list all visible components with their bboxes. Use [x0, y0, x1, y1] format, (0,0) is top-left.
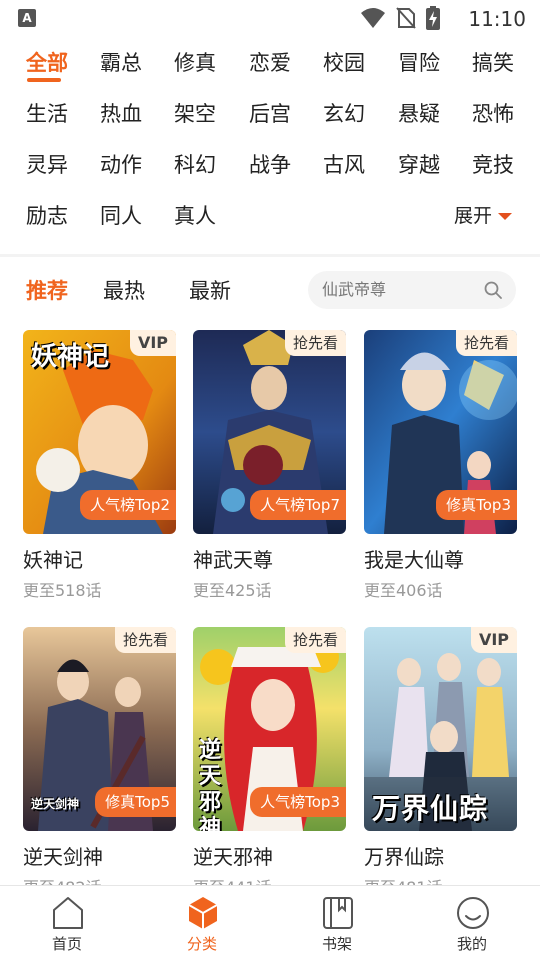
search-placeholder: 仙武帝尊	[322, 280, 387, 299]
category-grid: 全部 霸总 修真 恋爱 校园 冒险 搞笑 生活 热血 架空 后宫 玄幻 悬疑 恐…	[0, 40, 540, 244]
category-item[interactable]: 架空	[174, 99, 216, 129]
comic-update-status: 更至425话	[193, 581, 272, 600]
profile-smile-icon	[457, 897, 489, 929]
category-cube-icon	[188, 897, 218, 929]
comic-card[interactable]: 妖神记 VIP 人气榜Top2 妖神记 更至518话	[23, 330, 176, 600]
comic-title[interactable]: 逆天剑神	[23, 843, 103, 871]
comic-title[interactable]: 我是大仙尊	[364, 546, 464, 574]
tab-hottest[interactable]: 最热	[103, 276, 145, 306]
category-item[interactable]: 冒险	[398, 48, 440, 78]
category-item[interactable]: 后宫	[249, 99, 291, 129]
section-divider	[0, 254, 540, 257]
tab-recommended[interactable]: 推荐	[26, 276, 68, 306]
category-item[interactable]: 励志	[26, 201, 68, 231]
nav-label: 分类	[186, 935, 217, 953]
cover-title-art: 妖神记	[31, 342, 110, 372]
early-access-badge: 抢先看	[284, 330, 346, 356]
early-access-badge: 抢先看	[114, 627, 176, 653]
category-item[interactable]: 悬疑	[398, 99, 440, 129]
sort-bar: 推荐 最热 最新 仙武帝尊	[0, 266, 540, 318]
clock: 11:10	[468, 7, 526, 31]
category-item[interactable]: 战争	[249, 150, 291, 180]
comic-card[interactable]: 抢先看 修真Top3 我是大仙尊 更至406话	[364, 330, 517, 600]
category-row: 励志 同人 真人 展开	[0, 193, 540, 244]
active-category-indicator	[27, 78, 61, 82]
expand-label: 展开	[453, 205, 492, 227]
category-item[interactable]: 动作	[100, 150, 142, 180]
category-item[interactable]: 搞笑	[472, 48, 514, 78]
nav-home[interactable]: 首页	[22, 894, 112, 958]
status-bar: A 11:10	[0, 0, 540, 38]
comic-title[interactable]: 万界仙踪	[364, 843, 444, 871]
rank-badge: 修真Top5	[95, 787, 176, 817]
early-access-badge: 抢先看	[455, 330, 517, 356]
app-notification-icon: A	[18, 9, 36, 27]
comic-card[interactable]: 逆天剑神 抢先看 修真Top5 逆天剑神 更至482话	[23, 627, 176, 897]
category-item[interactable]: 灵异	[26, 150, 68, 180]
nav-label: 首页	[51, 935, 82, 953]
home-icon	[53, 897, 83, 929]
comic-cover[interactable]: 逆天邪神 抢先看 人气榜Top3	[193, 627, 346, 831]
category-item[interactable]: 修真	[174, 48, 216, 78]
comic-cover[interactable]: 逆天剑神 抢先看 修真Top5	[23, 627, 176, 831]
category-row: 生活 热血 架空 后宫 玄幻 悬疑 恐怖	[0, 91, 540, 142]
category-item[interactable]: 热血	[100, 99, 142, 129]
category-row: 灵异 动作 科幻 战争 古风 穿越 竞技	[0, 142, 540, 193]
cover-title-art: 逆天邪神	[199, 737, 222, 831]
rank-badge: 修真Top3	[436, 490, 517, 520]
search-input[interactable]: 仙武帝尊	[308, 271, 516, 309]
comic-cover[interactable]: 抢先看 人气榜Top7	[193, 330, 346, 534]
caret-down-icon	[498, 212, 512, 220]
vip-badge: VIP	[129, 330, 176, 356]
comic-title[interactable]: 神武天尊	[193, 546, 273, 574]
nav-label: 书架	[321, 935, 352, 953]
category-item[interactable]: 真人	[174, 201, 216, 231]
category-row: 全部 霸总 修真 恋爱 校园 冒险 搞笑	[0, 40, 540, 91]
search-icon[interactable]	[484, 281, 502, 299]
rank-badge: 人气榜Top7	[250, 490, 346, 520]
tab-newest[interactable]: 最新	[189, 276, 231, 306]
category-item[interactable]: 霸总	[100, 48, 142, 78]
category-all[interactable]: 全部	[26, 48, 68, 78]
comic-update-status: 更至518话	[23, 581, 102, 600]
expand-categories-button[interactable]: 展开	[454, 201, 512, 231]
comic-cover[interactable]: 妖神记 VIP 人气榜Top2	[23, 330, 176, 534]
bookshelf-icon	[323, 897, 353, 929]
no-sim-icon	[396, 7, 416, 29]
vip-badge: VIP	[470, 627, 517, 653]
nav-category[interactable]: 分类	[157, 894, 247, 958]
category-item[interactable]: 同人	[100, 201, 142, 231]
nav-profile[interactable]: 我的	[427, 894, 517, 958]
rank-badge: 人气榜Top3	[250, 787, 346, 817]
category-item[interactable]: 恋爱	[249, 48, 291, 78]
category-item[interactable]: 玄幻	[323, 99, 365, 129]
comic-update-status: 更至406话	[364, 581, 443, 600]
comic-card[interactable]: 逆天邪神 抢先看 人气榜Top3 逆天邪神 更至441话	[193, 627, 346, 897]
category-item[interactable]: 校园	[323, 48, 365, 78]
bottom-navigation: 首页 分类 书架 我的	[0, 885, 540, 960]
category-item[interactable]: 生活	[26, 99, 68, 129]
comic-title[interactable]: 妖神记	[23, 546, 83, 574]
early-access-badge: 抢先看	[284, 627, 346, 653]
comic-card[interactable]: 抢先看 人气榜Top7 神武天尊 更至425话	[193, 330, 346, 600]
nav-label: 我的	[456, 935, 487, 953]
nav-bookshelf[interactable]: 书架	[292, 894, 382, 958]
battery-charging-icon	[426, 6, 440, 30]
comic-title[interactable]: 逆天邪神	[193, 843, 273, 871]
category-item[interactable]: 科幻	[174, 150, 216, 180]
category-item[interactable]: 古风	[323, 150, 365, 180]
comic-cover[interactable]: 抢先看 修真Top3	[364, 330, 517, 534]
category-item[interactable]: 竞技	[472, 150, 514, 180]
cover-title-art: 逆天剑神	[31, 797, 80, 811]
category-item[interactable]: 穿越	[398, 150, 440, 180]
status-icons	[360, 6, 440, 30]
cover-title-art: 万界仙踪	[372, 792, 489, 825]
comic-cover[interactable]: 万界仙踪 VIP	[364, 627, 517, 831]
category-item[interactable]: 恐怖	[472, 99, 514, 129]
rank-badge: 人气榜Top2	[80, 490, 176, 520]
comic-card[interactable]: 万界仙踪 VIP 万界仙踪 更至481话	[364, 627, 517, 897]
wifi-icon	[361, 8, 385, 28]
